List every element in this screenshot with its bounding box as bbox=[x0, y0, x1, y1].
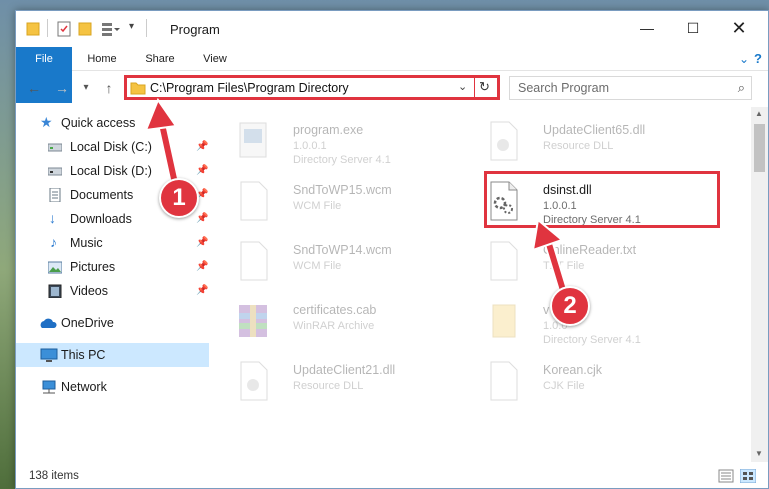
sidebar-item-pictures[interactable]: Pictures 📌 bbox=[16, 255, 209, 279]
pin-icon[interactable]: 📌 bbox=[196, 159, 208, 183]
search-input[interactable]: Search Program ⌕ bbox=[509, 76, 752, 100]
scroll-down-icon[interactable]: ▼ bbox=[755, 449, 763, 458]
minimize-button[interactable]: — bbox=[624, 11, 670, 45]
dll-icon bbox=[490, 121, 518, 161]
archive-icon bbox=[239, 305, 267, 337]
tab-share[interactable]: Share bbox=[136, 47, 184, 71]
qat-dropdown-icon[interactable]: ▾ bbox=[129, 21, 134, 39]
network-icon bbox=[42, 380, 56, 394]
highlight-box bbox=[484, 171, 720, 228]
pictures-icon bbox=[48, 261, 62, 274]
file-icon bbox=[490, 241, 518, 281]
pin-icon[interactable]: 📌 bbox=[196, 231, 208, 255]
new-folder-icon[interactable] bbox=[78, 20, 92, 38]
pin-icon[interactable]: 📌 bbox=[196, 135, 208, 159]
videos-icon bbox=[48, 284, 62, 298]
tab-home[interactable]: Home bbox=[78, 47, 126, 71]
vertical-scrollbar[interactable]: ▲ ▼ bbox=[751, 107, 768, 462]
step-badge-1: 1 bbox=[159, 178, 199, 218]
file-item[interactable]: UpdateClient21.dll Resource DLL bbox=[213, 351, 453, 407]
properties-icon[interactable] bbox=[56, 20, 72, 38]
onedrive-icon bbox=[40, 318, 57, 328]
scroll-up-icon[interactable]: ▲ bbox=[755, 109, 763, 118]
file-item[interactable]: SndToWP14.wcm WCM File bbox=[213, 231, 453, 287]
window-title: Program bbox=[170, 22, 220, 37]
recent-locations-icon[interactable]: ▾ bbox=[76, 78, 96, 98]
drive-icon bbox=[48, 143, 62, 152]
file-list: program.exe 1.0.0.1 Directory Server 4.1… bbox=[213, 107, 751, 462]
address-bar[interactable]: C:\Program Files\Program Directory ⌄ ↻ bbox=[124, 75, 500, 100]
file-item[interactable]: program.exe 1.0.0.1 Directory Server 4.1 bbox=[213, 111, 453, 167]
divider bbox=[47, 19, 48, 37]
sidebar-item-music[interactable]: ♪ Music 📌 bbox=[16, 231, 209, 255]
file-icon bbox=[240, 181, 268, 221]
search-icon[interactable]: ⌕ bbox=[738, 80, 745, 96]
sidebar-item-onedrive[interactable]: OneDrive bbox=[16, 311, 209, 335]
scrollbar-thumb[interactable] bbox=[754, 124, 765, 172]
music-icon: ♪ bbox=[50, 234, 57, 250]
folder-icon bbox=[26, 22, 40, 36]
sidebar-item-quick-access[interactable]: ★ Quick access bbox=[16, 111, 209, 135]
file-item[interactable]: certificates.cab WinRAR Archive bbox=[213, 291, 453, 347]
sidebar-item-network[interactable]: Network bbox=[16, 375, 209, 399]
divider bbox=[146, 19, 147, 37]
pin-icon[interactable]: 📌 bbox=[196, 255, 208, 279]
pc-icon bbox=[40, 348, 58, 362]
documents-icon bbox=[49, 188, 61, 202]
divider bbox=[474, 75, 475, 100]
drive-icon bbox=[48, 167, 62, 176]
item-count: 138 items bbox=[29, 470, 79, 482]
sidebar-item-local-disk-c[interactable]: Local Disk (C:) 📌 bbox=[16, 135, 209, 159]
status-bar: 138 items bbox=[16, 462, 768, 488]
exe-icon bbox=[239, 122, 267, 158]
dll-icon bbox=[240, 361, 268, 401]
back-arrow-icon[interactable]: ← bbox=[24, 78, 44, 98]
navigation-pane: ★ Quick access Local Disk (C:) 📌 Local D… bbox=[16, 107, 211, 462]
close-button[interactable]: ✕ bbox=[716, 11, 762, 45]
star-icon: ★ bbox=[40, 114, 53, 130]
tiles-view-icon[interactable] bbox=[740, 469, 756, 483]
address-path: C:\Program Files\Program Directory bbox=[150, 81, 349, 95]
sidebar-item-this-pc[interactable]: This PC bbox=[16, 343, 209, 367]
file-item[interactable]: Korean.cjk CJK File bbox=[463, 351, 703, 407]
help-icon[interactable]: ? bbox=[748, 47, 768, 71]
pin-icon[interactable]: 📌 bbox=[196, 279, 208, 303]
downloads-icon: ↓ bbox=[49, 210, 56, 226]
pin-icon[interactable]: 📌 bbox=[196, 207, 208, 231]
file-item[interactable]: OnlineReader.txt TXT File bbox=[463, 231, 703, 287]
maximize-button[interactable]: ☐ bbox=[670, 11, 716, 45]
details-view-icon[interactable] bbox=[718, 469, 734, 483]
address-dropdown-icon[interactable]: ⌄ bbox=[458, 80, 467, 93]
explorer-window: ▾ Program — ☐ ✕ File Home Share View ⌄ ?… bbox=[15, 10, 769, 489]
forward-arrow-icon[interactable]: → bbox=[52, 78, 72, 98]
ribbon-tabs: File Home Share View ⌄ ? bbox=[16, 47, 768, 103]
file-icon bbox=[490, 361, 518, 401]
navigation-bar: ← → ▾ ↑ C:\Program Files\Program Directo… bbox=[16, 72, 768, 104]
sidebar-item-videos[interactable]: Videos 📌 bbox=[16, 279, 209, 303]
up-arrow-icon[interactable]: ↑ bbox=[99, 78, 119, 98]
file-icon bbox=[240, 241, 268, 281]
refresh-icon[interactable]: ↻ bbox=[479, 79, 490, 95]
customize-view-icon[interactable] bbox=[100, 20, 120, 38]
step-badge-2: 2 bbox=[550, 286, 590, 326]
file-item[interactable]: UpdateClient65.dll Resource DLL bbox=[463, 111, 703, 167]
folder-file-icon bbox=[492, 304, 516, 338]
title-bar: ▾ Program — ☐ ✕ bbox=[16, 11, 768, 47]
file-item[interactable]: SndToWP15.wcm WCM File bbox=[213, 171, 453, 227]
folder-icon bbox=[130, 82, 146, 95]
search-placeholder: Search Program bbox=[518, 81, 610, 95]
tab-view[interactable]: View bbox=[192, 47, 238, 71]
